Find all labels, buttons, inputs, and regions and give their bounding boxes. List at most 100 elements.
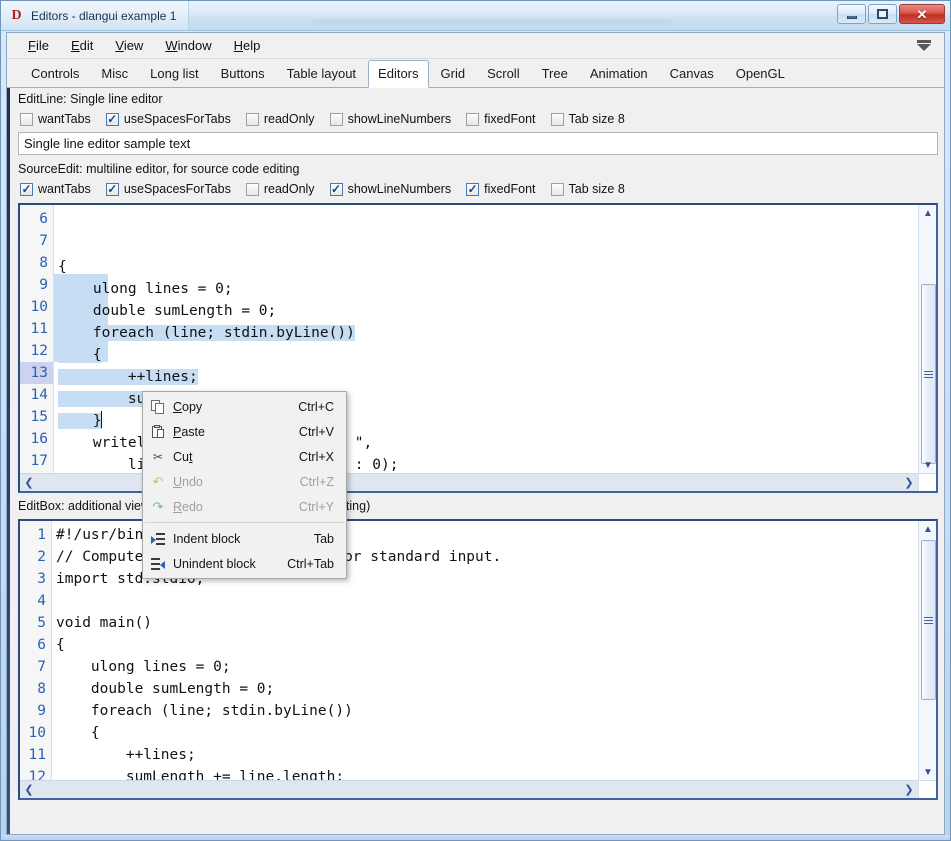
- code-line[interactable]: {: [52, 722, 918, 744]
- tab-scroll[interactable]: Scroll: [477, 60, 530, 88]
- chevron-triangle: [917, 44, 931, 51]
- code-text: ++lines;: [56, 747, 196, 763]
- menu-item-window[interactable]: Window: [154, 35, 222, 56]
- tab-grid[interactable]: Grid: [431, 60, 476, 88]
- scroll-down-chevron-down-icon[interactable]: ▼: [919, 764, 937, 780]
- code-line[interactable]: {: [54, 344, 918, 366]
- minimize-button[interactable]: [837, 4, 866, 24]
- scrollbar-corner: [918, 780, 936, 798]
- edit-box-vertical-scrollbar[interactable]: ▲ ▼: [918, 521, 936, 780]
- menu-item-label: iew: [124, 38, 144, 53]
- line-number: 8: [20, 678, 51, 700]
- context-menu-item-shortcut: Ctrl+X: [299, 450, 346, 464]
- checkbox-editline-wanttabs[interactable]: ✓wantTabs: [20, 112, 91, 126]
- checkbox-sourceedit-readonly[interactable]: ✓ readOnly: [246, 182, 315, 196]
- code-line[interactable]: sumLength += line.length;: [52, 766, 918, 780]
- code-line[interactable]: foreach (line; stdin.byLine()): [52, 700, 918, 722]
- context-menu-item-cut[interactable]: ✂CutCtrl+X: [143, 444, 346, 469]
- tab-table-layout[interactable]: Table layout: [277, 60, 366, 88]
- close-button[interactable]: ✕: [899, 4, 945, 24]
- tab-label: Tree: [542, 66, 568, 81]
- tab-opengl[interactable]: OpenGL: [726, 60, 795, 88]
- checkbox-label: fixedFont: [484, 112, 535, 126]
- code-line[interactable]: foreach (line; stdin.byLine()): [54, 322, 918, 344]
- menu-item-label: elp: [243, 38, 260, 53]
- code-line[interactable]: void main(): [52, 612, 918, 634]
- code-line[interactable]: ++lines;: [54, 366, 918, 388]
- tab-buttons[interactable]: Buttons: [211, 60, 275, 88]
- menu-item-label: ile: [36, 38, 49, 53]
- code-line[interactable]: ulong lines = 0;: [52, 656, 918, 678]
- tab-long-list[interactable]: Long list: [140, 60, 208, 88]
- code-text: void main(): [56, 615, 152, 631]
- checkbox-editline-usespacesfortabs[interactable]: ✓useSpacesForTabs: [106, 112, 231, 126]
- redo-icon: ↷: [153, 500, 164, 513]
- checkbox-sourceedit-tab-size-8[interactable]: ✓Tab size 8: [551, 182, 625, 196]
- checkbox-editline-fixedfont[interactable]: ✓fixedFont: [466, 112, 535, 126]
- checkbox-editline-readonly[interactable]: ✓readOnly: [246, 112, 315, 126]
- line-number: 3: [20, 568, 51, 590]
- menu-item-file[interactable]: File: [17, 35, 60, 56]
- menu-item-edit[interactable]: Edit: [60, 35, 104, 56]
- code-line[interactable]: {: [54, 256, 918, 278]
- checkbox-sourceedit-wanttabs[interactable]: ✓wantTabs: [20, 182, 91, 196]
- line-number: 15: [20, 406, 53, 428]
- line-number: 9: [20, 274, 53, 296]
- context-menu-item-label: Copy: [173, 400, 298, 414]
- tab-overflow-chevron-down-icon[interactable]: [916, 40, 932, 54]
- tab-controls[interactable]: Controls: [21, 60, 89, 88]
- sourceedit-section-label: SourceEdit: multiline editor, for source…: [10, 155, 944, 179]
- code-line[interactable]: double sumLength = 0;: [54, 300, 918, 322]
- tab-editors[interactable]: Editors: [368, 60, 428, 88]
- vertical-scrollbar-thumb[interactable]: [921, 540, 936, 700]
- check-mark-icon: ✓: [107, 183, 117, 195]
- scroll-up-chevron-up-icon[interactable]: ▲: [919, 205, 937, 221]
- code-line[interactable]: [52, 590, 918, 612]
- menu-item-mnemonic: E: [71, 38, 80, 53]
- checkbox-editline-showlinenumbers[interactable]: ✓showLineNumbers: [330, 112, 452, 126]
- context-menu-item-indent-block[interactable]: Indent blockTab: [143, 526, 346, 551]
- scroll-right-chevron-right-icon[interactable]: ❯: [900, 476, 918, 489]
- code-line[interactable]: ulong lines = 0;: [54, 278, 918, 300]
- code-line[interactable]: {: [52, 634, 918, 656]
- maximize-button[interactable]: [868, 4, 897, 24]
- checkbox-editline-tab-size-8[interactable]: ✓Tab size 8: [551, 112, 625, 126]
- editor-context-menu[interactable]: CopyCtrl+CPasteCtrl+V✂CutCtrl+X↶UndoCtrl…: [142, 391, 347, 579]
- checkbox-label: readOnly: [264, 182, 315, 196]
- context-menu-item-unindent-block[interactable]: Unindent blockCtrl+Tab: [143, 551, 346, 576]
- scrollbar-corner: [918, 473, 936, 491]
- checkbox-sourceedit-fixedfont[interactable]: ✓fixedFont: [466, 182, 535, 196]
- menu-item-label: dit: [80, 38, 94, 53]
- cut-icon: ✂: [153, 451, 163, 463]
- context-menu-item-paste[interactable]: PasteCtrl+V: [143, 419, 346, 444]
- code-line[interactable]: double sumLength = 0;: [52, 678, 918, 700]
- line-number: 1: [20, 524, 51, 546]
- context-menu-item-icon: [143, 400, 173, 414]
- checkbox-box: ✓: [246, 183, 259, 196]
- scroll-left-chevron-left-icon[interactable]: ❮: [20, 783, 38, 796]
- mnemonic: P: [173, 425, 181, 439]
- titlebar-background-artifact: [201, 8, 820, 28]
- checkbox-label: wantTabs: [38, 182, 91, 196]
- vertical-scrollbar-thumb[interactable]: [921, 284, 936, 464]
- context-menu-item-copy[interactable]: CopyCtrl+C: [143, 394, 346, 419]
- checkbox-sourceedit-usespacesfortabs[interactable]: ✓useSpacesForTabs: [106, 182, 231, 196]
- scroll-down-chevron-down-icon[interactable]: ▼: [919, 457, 937, 473]
- menu-item-help[interactable]: Help: [223, 35, 272, 56]
- menu-item-view[interactable]: View: [104, 35, 154, 56]
- tab-misc[interactable]: Misc: [91, 60, 138, 88]
- application-window: D Editors - dlangui example 1 ✕ FileEdit…: [0, 0, 951, 841]
- checkbox-sourceedit-showlinenumbers[interactable]: ✓showLineNumbers: [330, 182, 452, 196]
- tab-tree[interactable]: Tree: [532, 60, 578, 88]
- scroll-right-chevron-right-icon[interactable]: ❯: [900, 783, 918, 796]
- scroll-up-chevron-up-icon[interactable]: ▲: [919, 521, 937, 537]
- scroll-left-chevron-left-icon[interactable]: ❮: [20, 476, 38, 489]
- source-edit-vertical-scrollbar[interactable]: ▲ ▼: [918, 205, 936, 473]
- edit-box-horizontal-scrollbar[interactable]: ❮ ❯: [20, 780, 918, 798]
- code-line[interactable]: ++lines;: [52, 744, 918, 766]
- context-menu-item-undo: ↶UndoCtrl+Z: [143, 469, 346, 494]
- single-line-editor[interactable]: Single line editor sample text: [18, 132, 938, 155]
- tab-animation[interactable]: Animation: [580, 60, 658, 88]
- tab-canvas[interactable]: Canvas: [660, 60, 724, 88]
- checkbox-label: showLineNumbers: [348, 112, 452, 126]
